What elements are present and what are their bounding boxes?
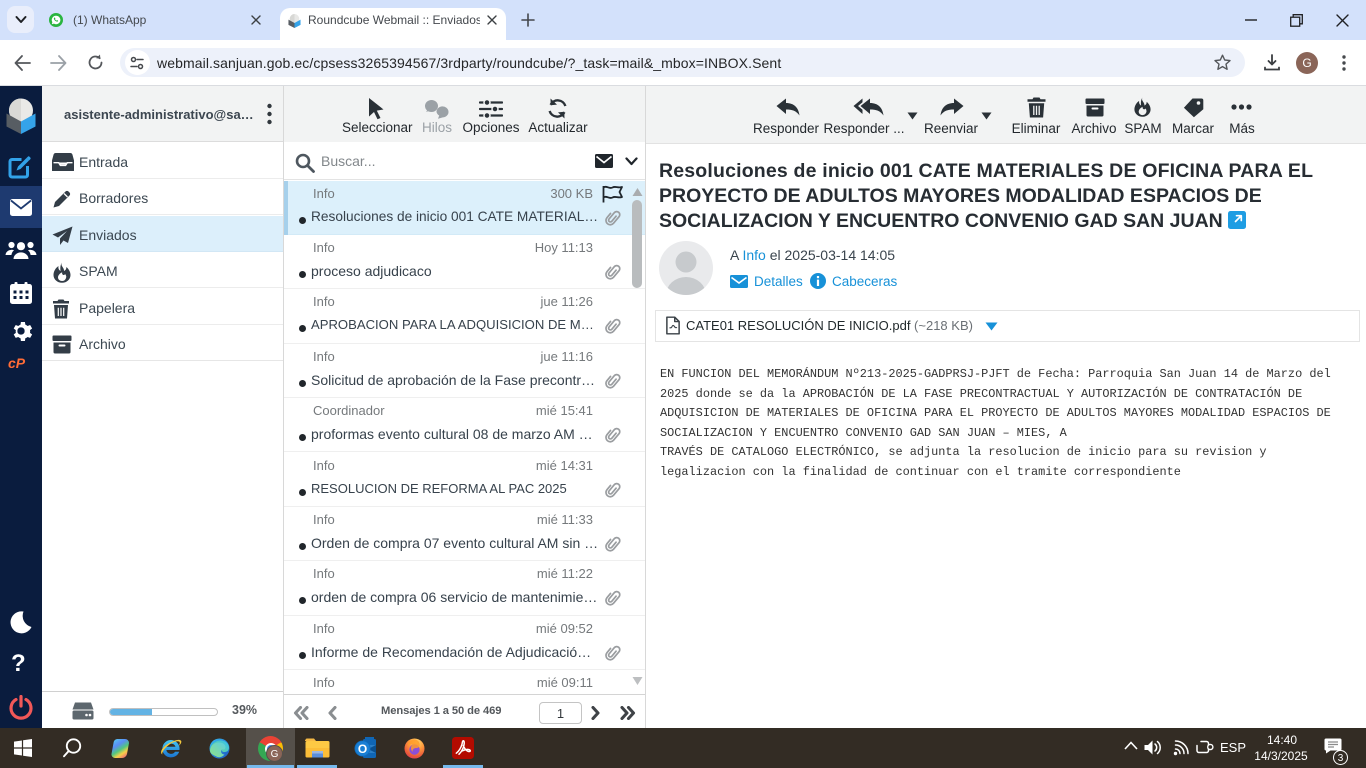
svg-text:O: O — [358, 742, 367, 756]
